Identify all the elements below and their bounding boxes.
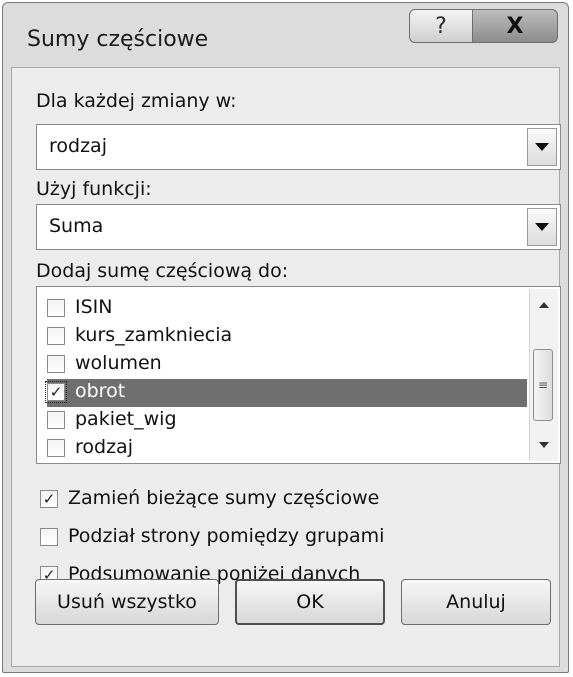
group-by-combobox[interactable]: rodzaj (36, 124, 561, 170)
list-item[interactable]: ISIN (47, 295, 527, 323)
ok-button[interactable]: OK (235, 579, 385, 625)
list-item-label: wolumen (75, 352, 162, 374)
list-item-label: obrot (75, 380, 126, 402)
list-item-label: kurs_zamkniecia (75, 324, 233, 346)
scroll-up-button[interactable] (530, 293, 558, 317)
checkbox[interactable] (47, 411, 65, 429)
group-by-dropdown-button[interactable] (527, 128, 557, 166)
list-item[interactable]: wolumen (47, 351, 527, 379)
function-value: Suma (49, 215, 104, 237)
arrow-up-icon (539, 302, 549, 308)
add-subtotal-label: Dodaj sumę częściową do: (36, 260, 289, 282)
checkbox[interactable] (47, 299, 65, 317)
scroll-down-button[interactable] (530, 433, 558, 457)
title-bar: Sumy częściowe ? X (3, 3, 568, 67)
scroll-thumb[interactable]: ≡ (533, 349, 553, 421)
list-item-label: rodzaj (75, 436, 133, 458)
list-item-label: pakiet_wig (75, 408, 177, 430)
checkbox[interactable]: ✓ (45, 381, 67, 403)
list-item[interactable]: pakiet_wig (47, 407, 527, 435)
checkbox[interactable] (47, 355, 65, 373)
list-item-label: ISIN (75, 296, 113, 318)
replace-current-label: Zamień bieżące sumy częściowe (68, 487, 380, 509)
cancel-button[interactable]: Anuluj (401, 579, 551, 625)
checkbox[interactable] (47, 327, 65, 345)
check-icon: ✓ (49, 382, 63, 401)
function-label: Użyj funkcji: (36, 178, 152, 200)
function-dropdown-button[interactable] (527, 208, 557, 246)
remove-all-button[interactable]: Usuń wszystko (35, 579, 219, 625)
checkbox[interactable] (47, 439, 65, 457)
page-break-label: Podział strony pomiędzy grupami (68, 525, 385, 547)
chevron-down-icon (535, 223, 549, 231)
help-icon: ? (435, 13, 447, 39)
group-by-value: rodzaj (49, 135, 107, 157)
function-combobox[interactable]: Suma (36, 204, 561, 250)
page-break-checkbox[interactable] (40, 528, 58, 546)
grip-icon: ≡ (537, 378, 549, 392)
list-scrollbar[interactable]: ≡ (529, 289, 558, 461)
close-icon: X (506, 13, 524, 39)
list-item[interactable]: rodzaj (47, 435, 527, 463)
subtotal-columns-list[interactable]: ISIN kurs_zamkniecia wolumen ✓ obrot pak… (36, 286, 561, 464)
help-button[interactable]: ? (409, 9, 473, 43)
dialog-title: Sumy częściowe (27, 27, 209, 52)
group-by-label: Dla każdej zmiany w: (36, 90, 237, 112)
chevron-down-icon (535, 143, 549, 151)
replace-current-checkbox[interactable]: ✓ (40, 490, 58, 508)
dialog-body: Dla każdej zmiany w: rodzaj Użyj funkcji… (11, 67, 561, 667)
arrow-down-icon (539, 442, 549, 448)
subtotal-dialog: Sumy częściowe ? X Dla każdej zmiany w: … (2, 2, 569, 673)
list-item-selected[interactable]: ✓ obrot (45, 379, 527, 407)
check-icon: ✓ (42, 489, 56, 508)
list-item[interactable]: kurs_zamkniecia (47, 323, 527, 351)
close-button[interactable]: X (472, 9, 558, 43)
